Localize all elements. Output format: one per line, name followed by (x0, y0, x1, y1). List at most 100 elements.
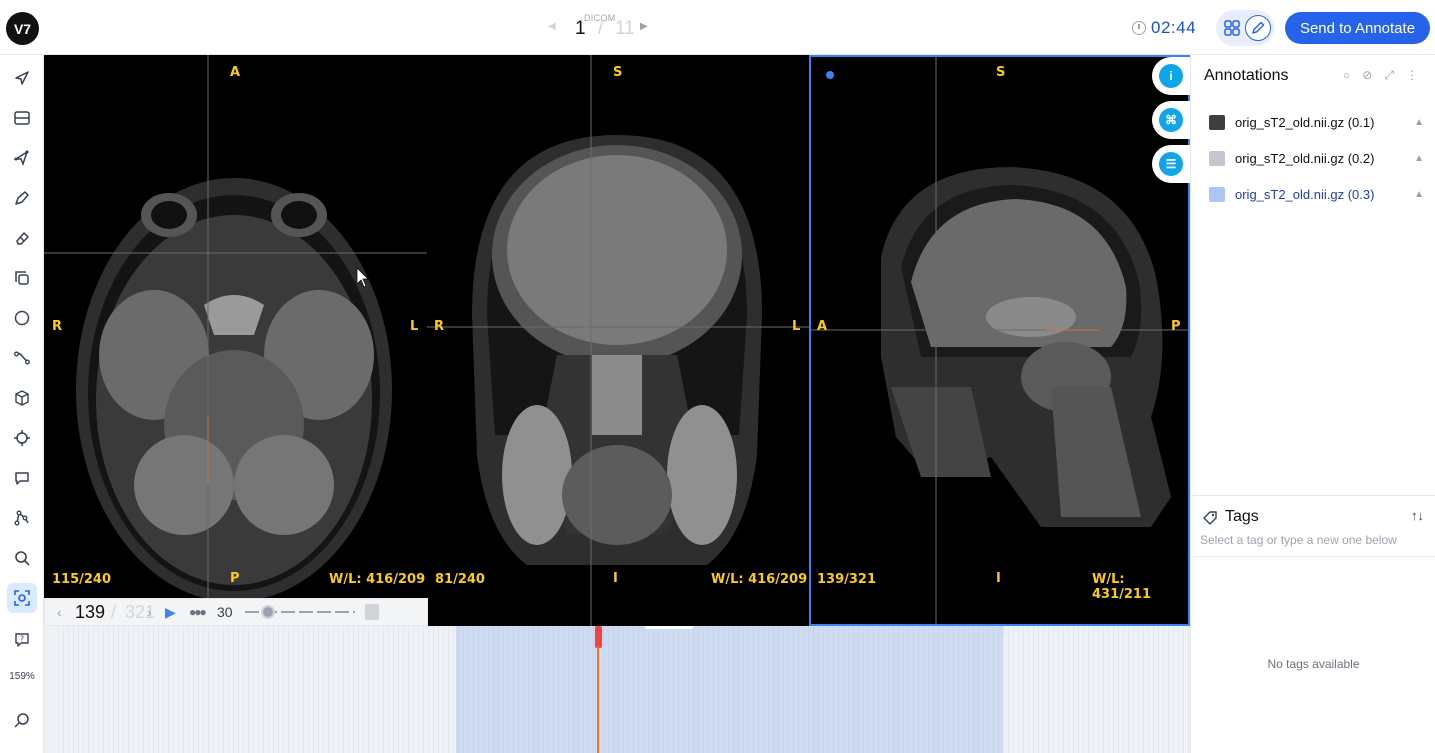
info-icon: i (1159, 64, 1183, 88)
timeline-resize-handle[interactable] (644, 626, 694, 629)
coronal-viewport[interactable]: S I R L 81/240 W/L: 416/209 (427, 55, 809, 626)
keypoint-icon[interactable] (7, 423, 37, 453)
slice-index: 81/240 (435, 572, 485, 587)
slice-index: 115/240 (52, 572, 112, 587)
selection-icon[interactable] (7, 583, 37, 613)
ellipse-icon[interactable] (7, 303, 37, 333)
orientation-bottom: P (230, 571, 240, 586)
collapse-icon[interactable]: ▲ (1414, 189, 1424, 200)
frame-timeline[interactable] (44, 626, 1190, 753)
brush-icon[interactable] (7, 183, 37, 213)
tags-section: Tags ↑↓ Select a tag or type a new one b… (1191, 495, 1435, 557)
tags-title: Tags (1225, 508, 1259, 525)
axial-scan-image (44, 55, 427, 626)
zoom-icon[interactable] (7, 705, 37, 735)
navigate-icon[interactable] (7, 63, 37, 93)
orientation-right: L (792, 319, 801, 334)
cuboid-icon[interactable] (7, 383, 37, 413)
orientation-left: R (434, 319, 445, 334)
sagittal-scan-image (811, 57, 1188, 624)
timer-value: 02:44 (1151, 18, 1197, 37)
frame-separator: / (111, 601, 117, 622)
total-items: 11 (615, 18, 635, 39)
item-pager: ◀ DICOM 1 / 11 ▶ (548, 8, 658, 48)
send-to-annotate-button[interactable]: Send to Annotate (1285, 12, 1430, 44)
search-icon[interactable] (7, 543, 37, 573)
tags-hint[interactable]: Select a tag or type a new one below (1200, 533, 1397, 547)
next-frame-icon[interactable]: › (147, 604, 165, 620)
mode-toggle[interactable] (1216, 10, 1274, 46)
panel-actions: ○ ⊘ ⤢ ⋮ (1343, 68, 1418, 83)
next-item-icon[interactable]: ▶ (640, 21, 648, 32)
slice-index: 139/321 (817, 572, 877, 587)
svg-text:?: ? (20, 635, 24, 644)
dicom-viewer[interactable]: A P R L 115/240 W/L: 416/209 S I R L 81/… (44, 55, 1190, 626)
orientation-left: R (52, 319, 63, 334)
annotation-color-swatch (1209, 186, 1225, 202)
annotation-item[interactable]: orig_sT2_old.nii.gz (0.2) ▲ (1191, 141, 1435, 175)
window-level: W/L: 431/211 (1092, 572, 1152, 602)
stop-icon[interactable] (365, 604, 379, 620)
axial-viewport[interactable]: A P R L 115/240 W/L: 416/209 (44, 55, 427, 626)
annotate-mode-icon[interactable] (1245, 15, 1271, 41)
eraser-icon[interactable] (7, 223, 37, 253)
previous-item-icon[interactable]: ◀ (548, 21, 556, 32)
playhead-line (597, 646, 599, 753)
command-icon: ⌘ (1159, 108, 1183, 132)
polygon-tool-icon[interactable] (7, 143, 37, 173)
panel-title: Annotations (1204, 67, 1289, 84)
line-tool-icon[interactable] (7, 343, 37, 373)
annotation-color-swatch (1209, 114, 1225, 130)
top-bar: V7 ◀ DICOM 1 / 11 ▶ 02:44 Send to Annota… (0, 0, 1435, 55)
previous-frame-icon[interactable]: ‹ (57, 604, 75, 620)
tag-icon (1202, 510, 1218, 526)
annotation-item[interactable]: orig_sT2_old.nii.gz (0.1) ▲ (1191, 105, 1435, 139)
sagittal-viewport[interactable]: S I A P 139/321 W/L: 431/211 (809, 55, 1190, 626)
play-icon[interactable]: ▶ (165, 604, 189, 621)
grid-mode-icon[interactable] (1219, 15, 1245, 41)
orientation-top: A (230, 65, 241, 80)
layout-icon[interactable] (7, 103, 37, 133)
orientation-top: S (996, 65, 1006, 80)
annotation-color-swatch (1209, 150, 1225, 166)
fps-value[interactable]: 30 (217, 604, 245, 620)
collapse-icon[interactable]: ▲ (1414, 153, 1424, 164)
timeline-loaded-range (456, 626, 1003, 753)
orientation-bottom: I (996, 571, 1001, 586)
window-level: W/L: 416/209 (711, 572, 808, 587)
coronal-scan-image (427, 55, 809, 626)
annotations-panel: Annotations ○ ⊘ ⤢ ⋮ orig_sT2_old.nii.gz … (1190, 55, 1435, 753)
clone-icon[interactable] (7, 263, 37, 293)
more-options-icon[interactable]: ⋮ (1406, 68, 1418, 83)
current-item-number[interactable]: 1 (575, 18, 586, 40)
hide-all-icon[interactable]: ⊘ (1362, 68, 1372, 83)
orientation-right: L (410, 319, 419, 334)
pager-separator: / (598, 18, 604, 39)
settings-button[interactable]: ☰ (1152, 145, 1190, 183)
playback-options-icon[interactable]: ●●● (189, 605, 217, 619)
collapse-icon[interactable]: ▲ (1414, 117, 1424, 128)
v7-logo[interactable]: V7 (6, 12, 39, 45)
shortcuts-button[interactable]: ⌘ (1152, 101, 1190, 139)
help-icon[interactable]: ? (7, 625, 37, 655)
select-all-icon[interactable]: ○ (1343, 68, 1350, 83)
annotation-item[interactable]: orig_sT2_old.nii.gz (0.3) ▲ (1191, 177, 1435, 211)
orientation-bottom: I (613, 571, 618, 586)
clock-icon (1132, 21, 1146, 35)
expand-icon[interactable]: ⤢ (1384, 68, 1394, 83)
sliders-icon: ☰ (1159, 152, 1183, 176)
orientation-left: A (817, 319, 828, 334)
annotation-label: orig_sT2_old.nii.gz (0.2) (1235, 150, 1375, 166)
no-tags-message: No tags available (1267, 657, 1360, 671)
playback-speed-slider[interactable] (245, 602, 355, 622)
current-frame[interactable]: 139 (75, 602, 111, 623)
skeleton-icon[interactable] (7, 503, 37, 533)
slider-knob[interactable] (261, 605, 275, 619)
annotation-label: orig_sT2_old.nii.gz (0.3) (1235, 186, 1375, 202)
comment-icon[interactable] (7, 463, 37, 493)
zoom-level: 159% (9, 671, 35, 682)
info-button[interactable]: i (1152, 57, 1190, 95)
orientation-top: S (613, 65, 623, 80)
playhead-handle[interactable] (595, 626, 602, 648)
sort-icon[interactable]: ↑↓ (1411, 508, 1424, 523)
